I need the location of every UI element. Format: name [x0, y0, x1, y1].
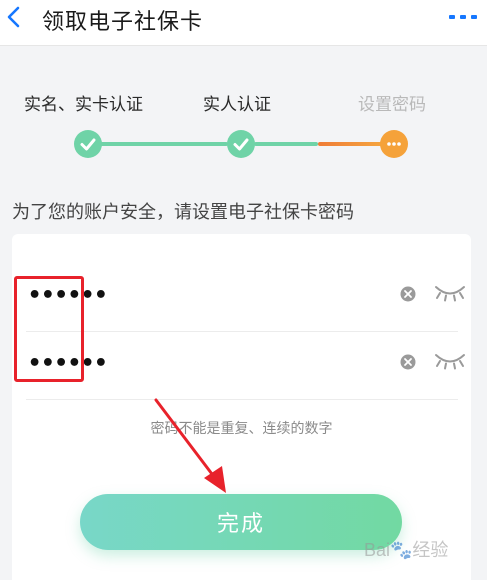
annotation-highlight-box: [14, 276, 84, 382]
nav-bar: 领取电子社保卡: [0, 0, 487, 46]
ellipsis-icon: [387, 142, 401, 146]
done-button[interactable]: 完成: [80, 494, 402, 550]
step-label-face: 实人认证: [203, 95, 271, 115]
step-label-realname: 实名、实卡认证: [24, 95, 143, 115]
step-done-marker: [227, 130, 255, 158]
progress-steps: 实名、实卡认证 实人认证 设置密码: [0, 46, 487, 196]
step-connector-1: [100, 142, 228, 146]
eye-closed-icon[interactable]: [434, 284, 466, 302]
step-connector-3: [318, 142, 384, 146]
annotation-arrow-icon: [154, 398, 226, 493]
step-current-marker: [380, 130, 408, 158]
chevron-left-icon[interactable]: [4, 6, 24, 28]
more-dots-icon[interactable]: [448, 12, 478, 22]
password-field: [26, 264, 465, 332]
clear-icon[interactable]: [400, 354, 416, 370]
step-done-marker: [74, 130, 102, 158]
instruction-text: 为了您的账户安全，请设置电子社保卡密码: [12, 202, 354, 223]
clear-icon[interactable]: [400, 286, 416, 302]
watermark-logo: Bai🐾经验: [364, 540, 449, 560]
password-hint: 密码不能是重复、连续的数字: [150, 421, 333, 437]
eye-closed-icon[interactable]: [434, 352, 466, 370]
confirm-password-field: [26, 332, 465, 400]
step-label-password: 设置密码: [358, 95, 426, 115]
check-icon: [233, 138, 249, 151]
check-icon: [80, 138, 96, 151]
step-connector-2: [254, 142, 318, 146]
page-title: 领取电子社保卡: [42, 10, 204, 35]
